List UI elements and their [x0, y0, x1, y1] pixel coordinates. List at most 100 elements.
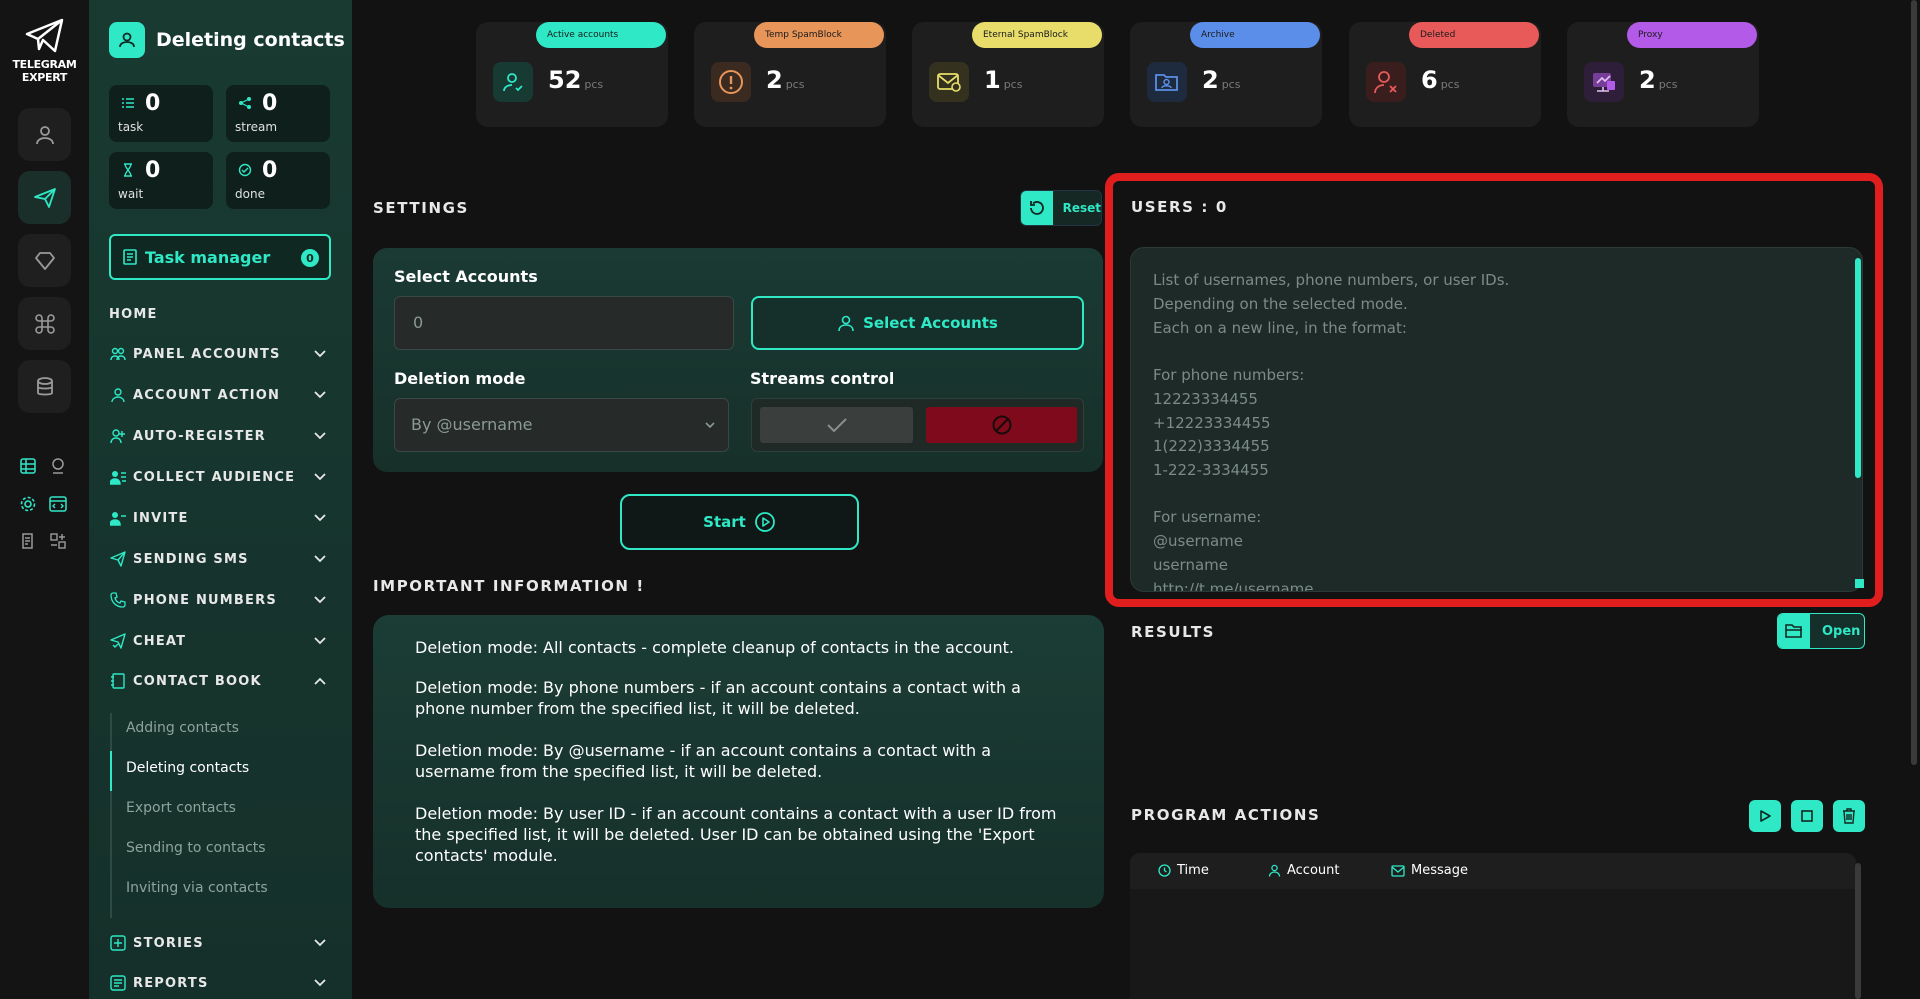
nav-phone-numbers[interactable]: PHONE NUMBERS [109, 585, 331, 615]
stat-card-label: Eternal SpamBlock [972, 22, 1102, 48]
nav-collect-audience[interactable]: COLLECT AUDIENCE [109, 462, 331, 492]
block-icon [992, 415, 1011, 435]
grid-icon[interactable] [48, 531, 68, 551]
page-scrollbar[interactable] [1911, 0, 1917, 765]
textarea-resize-handle[interactable] [1855, 579, 1864, 588]
stat-card-value: 2 pcs [1202, 66, 1241, 94]
program-actions-log: Time Account Message [1130, 853, 1856, 999]
document-icon[interactable] [18, 531, 38, 551]
log-header: Time Account Message [1130, 853, 1856, 889]
stat-card-label: Proxy [1627, 22, 1757, 48]
chevron-down-icon [314, 979, 326, 987]
placeholder-line: Depending on the selected mode. [1153, 295, 1408, 313]
start-button[interactable]: Start [620, 494, 859, 550]
user-list-icon [109, 468, 127, 486]
stat-card-temp-spamblock[interactable]: Temp SpamBlock 2 pcs [694, 22, 886, 127]
nav-home[interactable]: HOME [109, 299, 331, 329]
chevron-down-icon [314, 432, 326, 440]
stat-card-active[interactable]: Active accounts 52 pcs [476, 22, 668, 127]
nav-invite-label: INVITE [133, 510, 189, 526]
rail-telegram-button[interactable] [18, 171, 71, 224]
clear-log-button[interactable] [1833, 800, 1865, 832]
counter-stream: 0 stream [226, 85, 330, 142]
streams-disable-button[interactable] [926, 407, 1077, 443]
user-plus-icon [109, 427, 127, 445]
sub-sending-to-contacts[interactable]: Sending to contacts [126, 840, 266, 856]
rail-accounts-button[interactable] [18, 108, 71, 161]
counter-done: 0 done [226, 152, 330, 209]
brand-line-1: TELEGRAM [12, 58, 77, 71]
info-title: IMPORTANT INFORMATION ! [373, 577, 645, 595]
nav-stories[interactable]: STORIES [109, 928, 331, 958]
stat-card-deleted[interactable]: Deleted 6 pcs [1349, 22, 1541, 127]
select-accounts-button[interactable]: Select Accounts [751, 296, 1084, 350]
nav-sending-sms[interactable]: SENDING SMS [109, 544, 331, 574]
users-scrollbar-thumb[interactable] [1855, 258, 1861, 478]
play-button[interactable] [1749, 800, 1781, 832]
reset-label: Reset [1062, 201, 1101, 215]
active-indicator [110, 751, 112, 791]
nav-auto-register[interactable]: AUTO-REGISTER [109, 421, 331, 451]
stat-card-value: 2 pcs [766, 66, 805, 94]
users-textarea[interactable]: List of usernames, phone numbers, or use… [1130, 247, 1863, 592]
deletion-mode-label: Deletion mode [394, 369, 526, 388]
stat-card-proxy[interactable]: Proxy 2 pcs [1567, 22, 1759, 127]
streams-control [751, 398, 1084, 452]
nav-account-action[interactable]: ACCOUNT ACTION [109, 380, 331, 410]
counter-stream-label: stream [235, 120, 278, 134]
reset-button[interactable]: Reset [1020, 190, 1102, 226]
rail-database-button[interactable] [18, 360, 71, 413]
code-window-icon[interactable] [48, 494, 68, 514]
sub-deleting-contacts[interactable]: Deleting contacts [126, 760, 249, 776]
stat-card-archive[interactable]: Archive 2 pcs [1130, 22, 1322, 127]
user-invite-icon [109, 509, 127, 527]
column-account[interactable]: Account [1268, 863, 1340, 878]
stat-card-value: 2 pcs [1639, 66, 1678, 94]
contact-icon [109, 22, 145, 58]
open-results-label: Open [1822, 623, 1861, 639]
brand-logo: TELEGRAM EXPERT [0, 18, 89, 84]
task-manager-button[interactable]: Task manager 0 [109, 234, 331, 280]
column-message[interactable]: Message [1391, 863, 1468, 878]
task-manager-label: Task manager [145, 247, 271, 267]
nav-contact-book-label: CONTACT BOOK [133, 673, 262, 689]
nav-panel-accounts[interactable]: PANEL ACCOUNTS [109, 339, 331, 369]
sub-export-contacts[interactable]: Export contacts [126, 800, 236, 816]
nav-reports[interactable]: REPORTS [109, 968, 331, 998]
deletion-mode-select[interactable]: By @username [394, 398, 729, 452]
diamond-icon [34, 251, 55, 270]
stat-card-eternal-spamblock[interactable]: Eternal SpamBlock 1 pcs [912, 22, 1104, 127]
gear-icon[interactable] [18, 494, 38, 514]
users-scrollbar[interactable] [1855, 258, 1861, 588]
rail-premium-button[interactable] [18, 234, 71, 287]
counter-wait-label: wait [118, 187, 144, 201]
nav-contact-book[interactable]: CONTACT BOOK [109, 666, 331, 696]
column-time[interactable]: Time [1158, 863, 1209, 878]
placeholder-line: List of usernames, phone numbers, or use… [1153, 271, 1510, 289]
user-icon [109, 386, 127, 404]
streams-enable-button[interactable] [760, 407, 913, 443]
chevron-down-icon [314, 939, 326, 947]
send-icon [109, 550, 127, 568]
stop-button[interactable] [1791, 800, 1823, 832]
play-circle-icon [754, 512, 775, 532]
placeholder-line: Each on a new line, in the format: [1153, 319, 1407, 337]
paper-plane-icon [25, 18, 63, 53]
stat-card-label: Deleted [1409, 22, 1539, 48]
location-user-icon[interactable] [48, 456, 68, 476]
nav-phone-numbers-label: PHONE NUMBERS [133, 592, 277, 608]
rail-commands-button[interactable] [18, 297, 71, 350]
sub-adding-contacts[interactable]: Adding contacts [126, 720, 239, 736]
table-icon[interactable] [18, 456, 38, 476]
results-title: RESULTS [1131, 623, 1216, 641]
sub-inviting-via-contacts[interactable]: Inviting via contacts [126, 880, 268, 896]
log-scrollbar[interactable] [1855, 863, 1861, 999]
play-icon [1760, 810, 1771, 822]
send-icon [33, 187, 56, 208]
accounts-count-field[interactable]: 0 [394, 296, 734, 350]
nav-invite[interactable]: INVITE [109, 503, 331, 533]
nav-sending-sms-label: SENDING SMS [133, 551, 249, 567]
open-results-button[interactable]: Open [1777, 613, 1865, 649]
proxy-icon [1584, 62, 1624, 102]
nav-cheat[interactable]: CHEAT [109, 626, 331, 656]
